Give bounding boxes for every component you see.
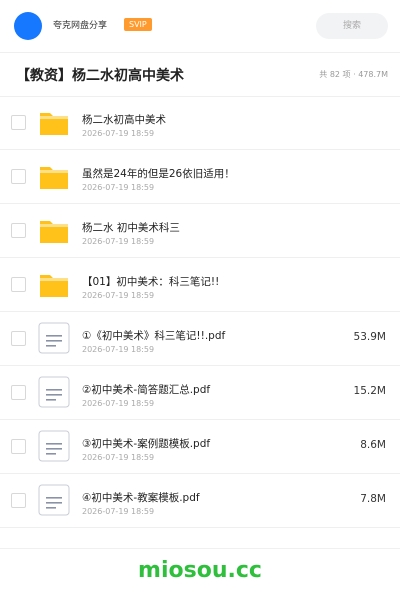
vip-badge: SVIP (124, 18, 152, 31)
document-icon (38, 430, 70, 462)
item-name[interactable]: 杨二水 初中美术科三 (82, 220, 180, 235)
username[interactable]: 夸克网盘分享 (53, 18, 107, 31)
list-item[interactable]: 杨二水初高中美术 2026-07-19 18:59 (0, 96, 400, 150)
search-input[interactable]: 搜索 (316, 13, 388, 39)
item-size: 8.6M (360, 439, 386, 451)
document-icon (38, 484, 70, 516)
document-icon (38, 376, 70, 408)
folder-titlebar: 【教资】杨二水初高中美术 共 82 项 · 478.7M (0, 52, 400, 97)
item-size: 53.9M (353, 331, 386, 343)
item-date: 2026-07-19 18:59 (82, 183, 155, 192)
select-checkbox[interactable] (11, 385, 26, 400)
header-bar: 夸克网盘分享 SVIP 搜索 (0, 0, 400, 53)
footer-brand[interactable]: miosou.cc (0, 558, 400, 583)
select-checkbox[interactable] (11, 115, 26, 130)
list-item[interactable]: ②初中美术-简答题汇总.pdf 2026-07-19 18:59 15.2M (0, 366, 400, 420)
page-title: 【教资】杨二水初高中美术 (16, 68, 184, 84)
item-name[interactable]: ①《初中美术》科三笔记!!.pdf (82, 328, 225, 343)
item-date: 2026-07-19 18:59 (82, 129, 155, 138)
select-checkbox[interactable] (11, 331, 26, 346)
item-name[interactable]: ②初中美术-简答题汇总.pdf (82, 382, 210, 397)
item-size: 7.8M (360, 493, 386, 505)
folder-stats: 共 82 项 · 478.7M (319, 70, 388, 79)
list-item[interactable]: ①《初中美术》科三笔记!!.pdf 2026-07-19 18:59 53.9M (0, 312, 400, 366)
item-name[interactable]: 杨二水初高中美术 (82, 112, 166, 127)
item-date: 2026-07-19 18:59 (82, 345, 155, 354)
folder-icon (40, 167, 68, 189)
select-checkbox[interactable] (11, 169, 26, 184)
document-icon (38, 322, 70, 354)
avatar[interactable] (14, 12, 42, 40)
folder-icon (40, 275, 68, 297)
list-item[interactable]: ③初中美术-案例题模板.pdf 2026-07-19 18:59 8.6M (0, 420, 400, 474)
list-item[interactable]: ④初中美术-教案模板.pdf 2026-07-19 18:59 7.8M (0, 474, 400, 528)
item-date: 2026-07-19 18:59 (82, 291, 155, 300)
list-item[interactable]: 虽然是24年的但是26依旧适用！ 2026-07-19 18:59 (0, 150, 400, 204)
item-date: 2026-07-19 18:59 (82, 453, 155, 462)
item-name[interactable]: 【01】初中美术：科三笔记!! (82, 274, 219, 289)
list-item[interactable]: 杨二水 初中美术科三 2026-07-19 18:59 (0, 204, 400, 258)
select-checkbox[interactable] (11, 439, 26, 454)
file-list: 杨二水初高中美术 2026-07-19 18:59 虽然是24年的但是26依旧适… (0, 96, 400, 528)
item-name[interactable]: 虽然是24年的但是26依旧适用！ (82, 166, 235, 181)
item-size: 15.2M (353, 385, 386, 397)
folder-icon (40, 113, 68, 135)
footer-divider (0, 548, 400, 549)
list-item[interactable]: 【01】初中美术：科三笔记!! 2026-07-19 18:59 (0, 258, 400, 312)
select-checkbox[interactable] (11, 493, 26, 508)
item-date: 2026-07-19 18:59 (82, 237, 155, 246)
item-date: 2026-07-19 18:59 (82, 399, 155, 408)
item-date: 2026-07-19 18:59 (82, 507, 155, 516)
select-checkbox[interactable] (11, 277, 26, 292)
item-name[interactable]: ③初中美术-案例题模板.pdf (82, 436, 210, 451)
folder-icon (40, 221, 68, 243)
select-checkbox[interactable] (11, 223, 26, 238)
item-name[interactable]: ④初中美术-教案模板.pdf (82, 490, 200, 505)
